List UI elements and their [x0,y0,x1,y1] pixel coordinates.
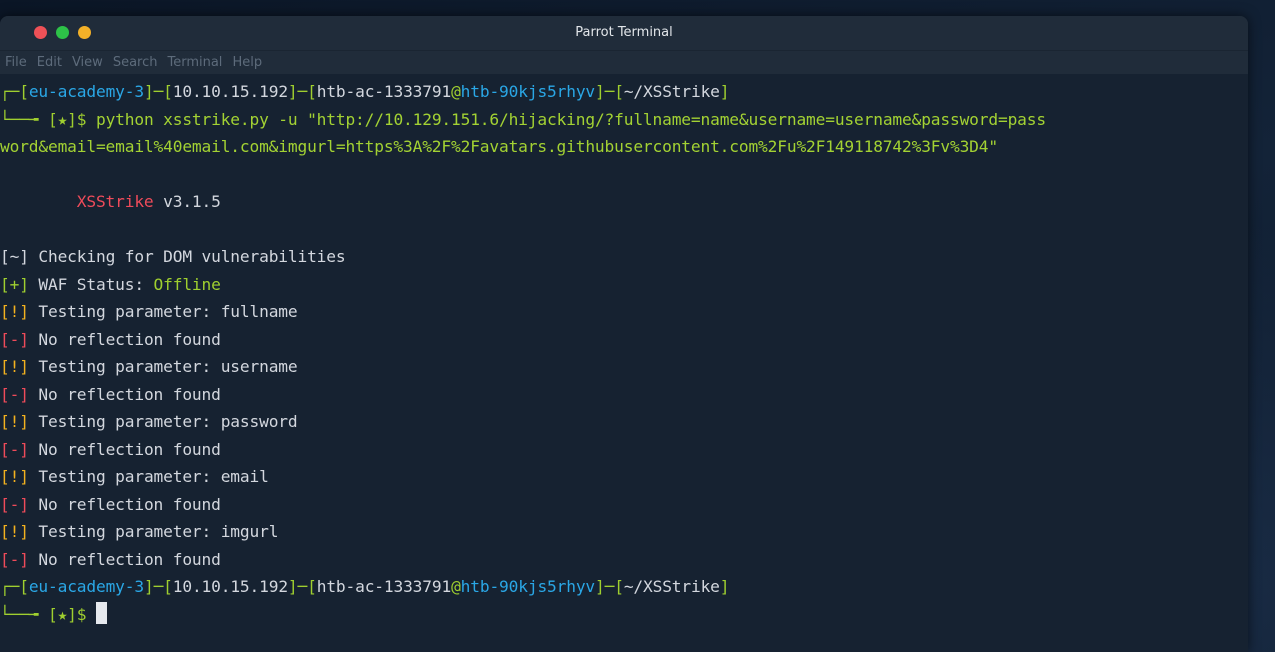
output-text: Testing parameter: email [28,467,269,486]
output-text: No reflection found [28,329,221,349]
prompt-star: [★]$ [47,109,87,129]
menu-search[interactable]: Search [113,55,158,70]
prompt-ip: 10.10.15.192 [172,82,288,101]
output-text: WAF Status: [28,274,154,294]
output-text: Testing parameter: imgurl [28,522,279,541]
output-tag: [!] [0,302,29,321]
desktop: Parrot Terminal File Edit View Search Te… [0,0,1275,652]
window-title: Parrot Terminal [575,25,673,40]
output-line: [-] No reflection found [0,546,1248,574]
output-line: [-] No reflection found [0,381,1248,409]
output-text: Checking for DOM vulnerabilities [28,247,346,266]
terminal-window[interactable]: Parrot Terminal File Edit View Search Te… [0,16,1248,652]
banner: XSStrike v3.1.5 [0,188,1248,216]
command-text-wrap: word&email=email%40email.com&imgurl=http… [0,137,998,156]
output-line: [+] WAF Status: Offline [0,271,1248,299]
output-tag: [-] [0,549,29,569]
command-text: python xsstrike.py -u "http://10.129.151… [86,109,1046,129]
output-line: [!] Testing parameter: email [0,463,1248,491]
menu-file[interactable]: File [5,55,27,70]
command-line-wrap: word&email=email%40email.com&imgurl=http… [0,133,1248,161]
output-tag: [!] [0,467,29,486]
output-tag: [-] [0,439,29,459]
output-line: [~] Checking for DOM vulnerabilities [0,243,1248,271]
output-tag: [!] [0,357,29,376]
banner-name: XSStrike [76,192,154,211]
output-tag: [-] [0,329,29,349]
menu-view[interactable]: View [72,55,103,70]
menu-edit[interactable]: Edit [37,55,62,70]
output-text: No reflection found [28,494,221,514]
output-tag: [!] [0,412,29,431]
output-tag: [+] [0,274,29,294]
prompt-header: ┌─[eu-academy-3]─[10.10.15.192]─[htb-ac-… [0,577,730,596]
text-cursor [95,601,107,624]
output-text: No reflection found [28,549,221,569]
output-tag: [-] [0,384,29,404]
menu-help[interactable]: Help [232,55,262,70]
prompt-cwd: ~/XSStrike [623,82,720,101]
output-line: [-] No reflection found [0,326,1248,354]
output-line: [!] Testing parameter: password [0,408,1248,436]
prompt-user: htb-ac-1333791 [316,82,452,101]
output-line: [-] No reflection found [0,436,1248,464]
output-tag: [!] [0,522,29,541]
output-line: [!] Testing parameter: username [0,353,1248,381]
output-text: Testing parameter: password [28,412,298,431]
output-line: [!] Testing parameter: imgurl [0,518,1248,546]
output-tag: [~] [0,247,29,266]
output-line: [!] Testing parameter: fullname [0,298,1248,326]
command-line-active[interactable]: └──╼ [★]$ [0,601,1248,629]
menu-bar: File Edit View Search Terminal Help [0,50,1248,74]
title-bar[interactable]: Parrot Terminal [0,16,1248,51]
command-line: └──╼ [★]$ python xsstrike.py -u "http://… [0,109,1046,129]
prompt-header: ┌─[eu-academy-3]─[10.10.15.192]─[htb-ac-… [0,82,730,101]
menu-terminal[interactable]: Terminal [167,55,222,70]
prompt-host-tag: eu-academy-3 [28,82,144,101]
output-text: Testing parameter: username [28,357,298,376]
output-status-value: Offline [153,274,221,294]
output-text: No reflection found [28,384,221,404]
output-line: [-] No reflection found [0,491,1248,519]
banner-version: v3.1.5 [153,192,221,211]
scan-output: [~] Checking for DOM vulnerabilities [+] … [0,243,1248,573]
prompt-host: htb-90kjs5rhyv [460,82,596,101]
terminal-output[interactable]: ┌─[eu-academy-3]─[10.10.15.192]─[htb-ac-… [0,74,1248,628]
output-text: Testing parameter: fullname [28,302,298,321]
output-tag: [-] [0,494,29,514]
output-text: No reflection found [28,439,221,459]
